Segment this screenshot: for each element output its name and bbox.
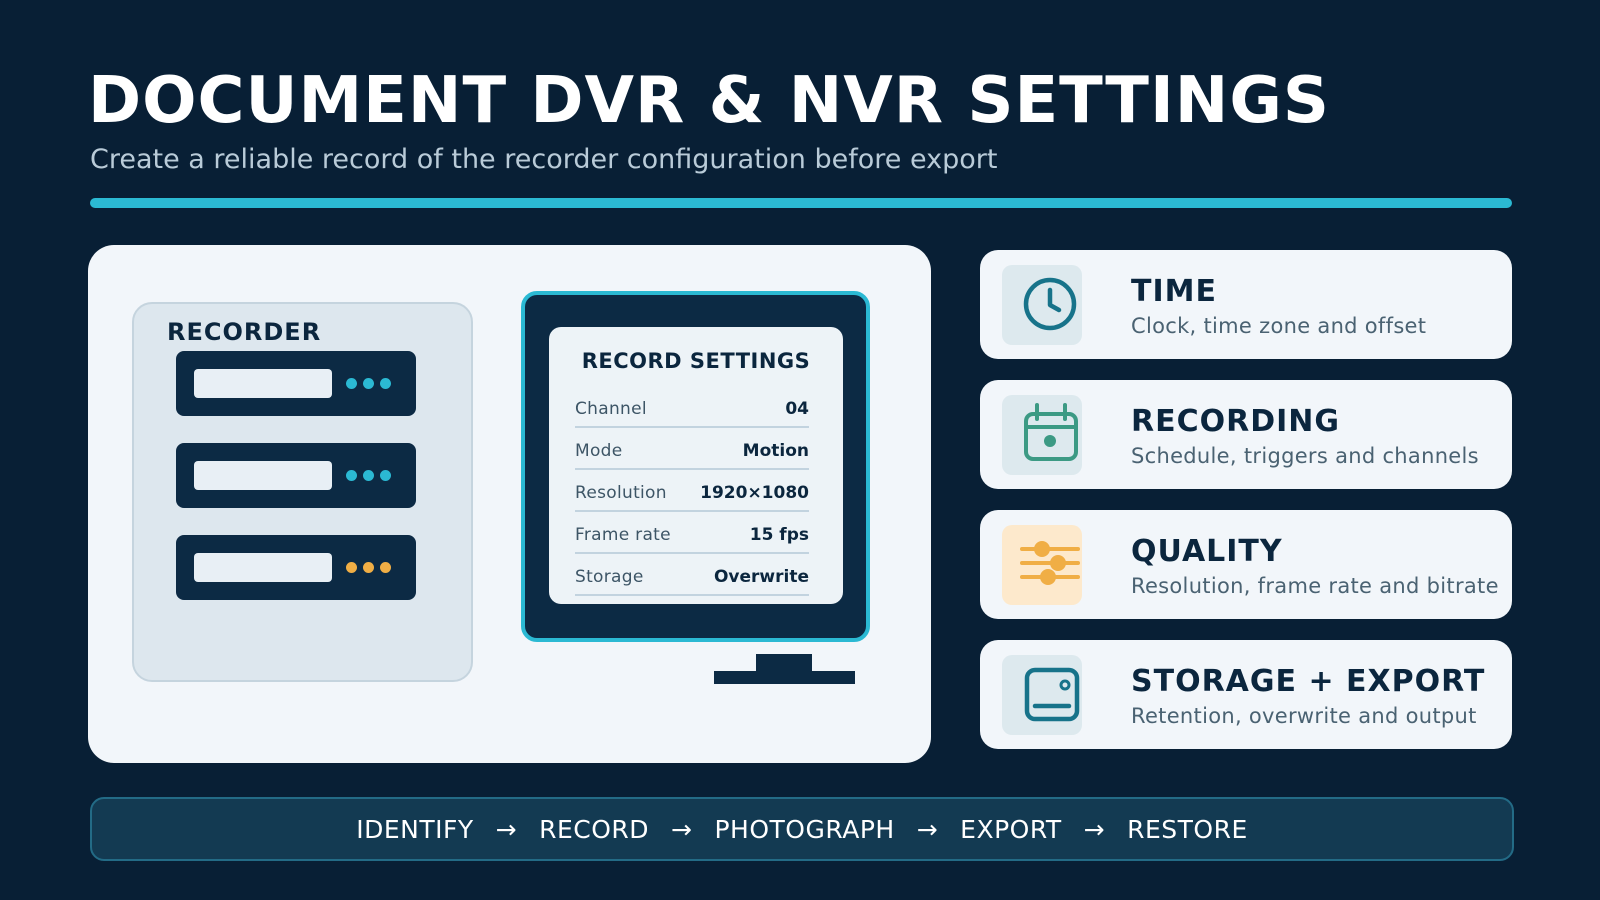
status-led xyxy=(346,562,357,573)
arrow-right-icon: → xyxy=(495,814,518,844)
card-description: Clock, time zone and offset xyxy=(1131,314,1427,338)
setting-key: Resolution xyxy=(575,483,667,503)
status-led xyxy=(363,378,374,389)
settings-row: Mode Motion xyxy=(575,427,809,470)
card-title: STORAGE + EXPORT xyxy=(1131,664,1486,699)
flow-step: RECORD xyxy=(539,814,650,844)
arrow-right-icon: → xyxy=(671,814,693,844)
monitor-stand-base xyxy=(714,671,855,684)
setting-key: Frame rate xyxy=(575,525,671,545)
arrow-right-icon: → xyxy=(916,814,939,844)
settings-row: Resolution 1920×1080 xyxy=(575,469,809,512)
icon-box xyxy=(1002,525,1082,605)
setting-value: 1920×1080 xyxy=(700,483,809,503)
card-description: Schedule, triggers and channels xyxy=(1131,444,1479,468)
status-led xyxy=(380,562,391,573)
flow-step: EXPORT xyxy=(960,814,1062,844)
recorder-label: RECORDER xyxy=(167,318,322,346)
card-storage-export: STORAGE + EXPORT Retention, overwrite an… xyxy=(980,640,1512,749)
clock-icon xyxy=(1023,277,1077,331)
monitor-screen: RECORD SETTINGS Channel 04 Mode Motion R… xyxy=(549,327,843,604)
setting-key: Storage xyxy=(575,567,644,587)
monitor: RECORD SETTINGS Channel 04 Mode Motion R… xyxy=(521,291,870,642)
icon-box xyxy=(1002,655,1082,735)
hard-drive-icon xyxy=(1024,667,1080,722)
status-led xyxy=(363,470,374,481)
setting-value: Overwrite xyxy=(713,567,809,587)
status-led xyxy=(346,470,357,481)
page-title: DOCUMENT DVR & NVR SETTINGS xyxy=(88,64,1330,138)
card-time: TIME Clock, time zone and offset xyxy=(980,250,1512,359)
card-title: QUALITY xyxy=(1131,534,1283,569)
status-led xyxy=(346,378,357,389)
drive-slot xyxy=(194,553,332,582)
drive-bay xyxy=(176,443,416,508)
setting-value: 15 fps xyxy=(749,525,809,545)
workflow-bar: IDENTIFY → RECORD → PHOTOGRAPH → EXPORT … xyxy=(90,797,1514,861)
monitor-stand-neck xyxy=(756,654,812,672)
icon-box xyxy=(1002,395,1082,475)
card-title: RECORDING xyxy=(1131,404,1341,439)
arrow-right-icon: → xyxy=(1083,814,1106,844)
calendar-icon xyxy=(1024,403,1078,461)
settings-row: Channel 04 xyxy=(575,385,809,428)
sliders-icon xyxy=(1020,541,1080,585)
title-divider xyxy=(90,198,1512,208)
status-led xyxy=(363,562,374,573)
card-quality: QUALITY Resolution, frame rate and bitra… xyxy=(980,510,1512,619)
recorder-unit: RECORDER xyxy=(132,302,473,682)
flow-step: PHOTOGRAPH xyxy=(714,814,895,844)
card-description: Retention, overwrite and output xyxy=(1131,704,1477,728)
flow-step: IDENTIFY xyxy=(356,814,474,844)
setting-key: Channel xyxy=(575,399,647,419)
drive-bay xyxy=(176,351,416,416)
icon-box xyxy=(1002,265,1082,345)
setting-value: 04 xyxy=(785,399,809,419)
settings-row: Storage Overwrite xyxy=(575,553,809,596)
illustration-panel: RECORDER RECORD SETTINGS Channel 04 Mode… xyxy=(88,245,931,763)
record-settings-title: RECORD SETTINGS xyxy=(581,349,811,373)
status-led xyxy=(380,378,391,389)
card-description: Resolution, frame rate and bitrate xyxy=(1131,574,1499,598)
card-recording: RECORDING Schedule, triggers and channel… xyxy=(980,380,1512,489)
setting-key: Mode xyxy=(575,441,623,461)
setting-value: Motion xyxy=(742,441,809,461)
drive-slot xyxy=(194,369,332,398)
card-title: TIME xyxy=(1131,274,1217,309)
flow-step: RESTORE xyxy=(1127,814,1248,844)
drive-bay xyxy=(176,535,416,600)
page-subtitle: Create a reliable record of the recorder… xyxy=(90,144,998,175)
status-led xyxy=(380,470,391,481)
drive-slot xyxy=(194,461,332,490)
settings-row: Frame rate 15 fps xyxy=(575,511,809,554)
